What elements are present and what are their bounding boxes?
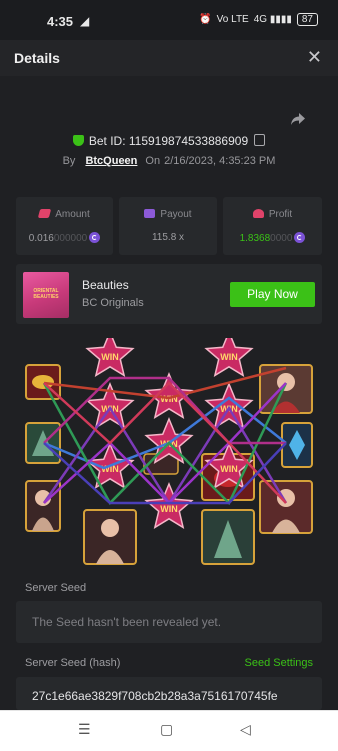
server-seed-label: Server Seed	[25, 582, 87, 594]
coin-icon	[89, 232, 101, 243]
coin-icon	[294, 232, 306, 243]
payout-card: Payout 115.8 x	[119, 197, 217, 255]
shield-icon	[72, 135, 84, 146]
payout-label: Payout	[160, 209, 192, 220]
game-card: ORIENTAL BEAUTIES Beauties BC Originals …	[16, 264, 322, 324]
battery-icon: 87	[296, 13, 318, 26]
bet-date: 2/16/2023, 4:35:23 PM	[164, 155, 276, 167]
win-label: WIN	[160, 504, 178, 514]
bet-id: Bet ID: 115919874533886909	[88, 134, 249, 148]
bet-author-row: By BtcQueen On 2/16/2023, 4:35:23 PM	[0, 155, 338, 167]
payout-icon	[144, 209, 156, 218]
close-icon[interactable]: ✕	[307, 47, 322, 68]
slot-result-board: WIN WINWINWINWINWINWINWINWIN	[25, 338, 313, 565]
page-title: Details	[14, 50, 60, 66]
game-thumbnail[interactable]: ORIENTAL BEAUTIES	[23, 272, 69, 318]
symbol-tile-jade-fan	[25, 422, 61, 464]
system-nav-bar: ☰ ▢ ◁	[0, 710, 338, 751]
server-seed-hash-label: Server Seed (hash)	[25, 657, 121, 669]
game-thumbnail-text: ORIENTAL BEAUTIES	[33, 288, 59, 300]
profit-icon	[252, 209, 264, 218]
profit-value: 1.8368	[239, 233, 271, 244]
symbol-tile-woman-portrait	[83, 509, 137, 565]
win-label: WIN	[101, 352, 119, 362]
share-icon[interactable]	[290, 112, 306, 126]
server-seed-value: The Seed hasn't been revealed yet.	[32, 615, 222, 629]
back-icon[interactable]: ◁	[240, 721, 251, 738]
status-bar: 4:35 ◢ ⏰ Vo LTE 4G ▮▮▮▮ 87	[0, 0, 338, 40]
volte-icon: Vo LTE	[216, 14, 249, 25]
play-now-button[interactable]: Play Now	[230, 282, 315, 307]
profit-card: Profit 1.83680000	[223, 197, 322, 255]
status-time: 4:35	[47, 14, 74, 29]
server-seed-hash-field: 27c1e66ae3829f708cb2b28a3a7516170745fe	[16, 677, 322, 710]
symbol-tile-blue-lotus	[281, 422, 313, 468]
on-label: On	[145, 155, 161, 167]
payout-value: 115.8 x	[151, 232, 185, 243]
win-star: WIN	[85, 338, 135, 377]
win-star: WIN	[204, 338, 254, 377]
status-icons: ⏰ Vo LTE 4G ▮▮▮▮ 87	[199, 13, 318, 26]
server-seed-hash-value: 27c1e66ae3829f708cb2b28a3a7516170745fe	[32, 689, 278, 703]
amount-icon	[38, 209, 52, 218]
amount-label: Amount	[55, 209, 90, 220]
win-label: WIN	[220, 352, 238, 362]
profit-value-faded: 0000	[270, 233, 293, 244]
server-seed-field: The Seed hasn't been revealed yet.	[16, 601, 322, 643]
telegram-icon: ◢	[80, 14, 90, 28]
home-icon[interactable]: ▢	[160, 721, 173, 738]
game-provider: BC Originals	[82, 297, 144, 309]
by-label: By	[62, 155, 76, 167]
win-label: WIN	[220, 464, 238, 474]
profit-label: Profit	[268, 209, 293, 220]
bet-id-row: Bet ID: 115919874533886909	[0, 134, 338, 148]
username-link[interactable]: BtcQueen	[85, 155, 137, 167]
symbol-tile-jade-fan	[201, 509, 255, 565]
seed-settings-link[interactable]: Seed Settings	[245, 657, 314, 669]
amount-card: Amount 0.016000000	[16, 197, 113, 255]
recent-apps-icon[interactable]: ☰	[78, 721, 91, 738]
details-header: Details ✕	[0, 40, 338, 76]
copy-icon[interactable]	[254, 134, 266, 146]
symbol-tile-woman-portrait	[259, 480, 313, 534]
game-name: Beauties	[82, 278, 129, 292]
win-star: WIN	[144, 482, 194, 529]
amount-value-faded: 000000	[53, 233, 88, 244]
alarm-icon: ⏰	[199, 14, 212, 25]
amount-value: 0.016	[28, 233, 54, 244]
signal-icon: 4G ▮▮▮▮	[253, 14, 292, 25]
